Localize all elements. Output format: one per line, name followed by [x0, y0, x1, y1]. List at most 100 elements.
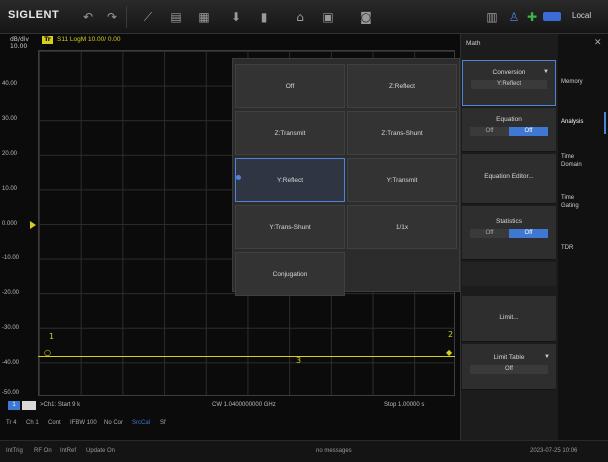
y-label: 40.00: [2, 81, 18, 87]
option-y-trans-shunt[interactable]: Y:Trans-Shunt: [235, 205, 345, 249]
close-icon[interactable]: ✕: [594, 38, 602, 48]
option-conjugation[interactable]: Conjugation: [235, 252, 345, 296]
option-z-transmit[interactable]: Z:Transmit: [235, 111, 345, 155]
disabled-button: [462, 262, 556, 286]
y-label: -40.00: [2, 360, 20, 366]
tab-tdr[interactable]: TDR: [561, 244, 573, 252]
option-inverse[interactable]: 1/1x: [347, 205, 457, 249]
sweep-status-row: 1 >Ch1: Start 9 k CW 1.0400000000 GHz St…: [0, 400, 470, 412]
toggle-on[interactable]: Off: [509, 127, 548, 136]
network-icon: ✚: [526, 10, 538, 24]
option-z-trans-shunt[interactable]: Z:Trans-Shunt: [347, 111, 457, 155]
start-frequency[interactable]: >Ch1: Start 9 k: [40, 402, 80, 408]
equation-toggle[interactable]: Off Off: [470, 127, 548, 136]
equation-editor-label: Equation Editor...: [484, 173, 534, 180]
channel-tag[interactable]: 1: [8, 401, 20, 410]
status-item: No Cor: [104, 420, 124, 426]
panel-title: Math: [466, 40, 481, 47]
reference-level-arrow[interactable]: [30, 221, 36, 229]
scale-header: dB/div 10.00: [10, 36, 29, 50]
bottom-status-bar: IntTrig RF On IntRef Update On no messag…: [0, 440, 608, 462]
toggle-off[interactable]: Off: [470, 127, 509, 136]
limit-button[interactable]: Limit...: [462, 296, 556, 342]
ref-status: IntRef: [60, 448, 77, 454]
cw-frequency[interactable]: CW 1.0400000000 GHz: [212, 402, 276, 408]
limit-label: Limit...: [499, 314, 519, 321]
window-icon[interactable]: ▤: [168, 9, 184, 25]
top-toolbar: SIGLENT ↶ ↷ ⟋ ▤ ▦ ⬇ ▮ ⌂ ▣ ◙ ▥ ♙ ✚ Local: [0, 0, 608, 34]
status-item: Tr 4: [6, 420, 17, 426]
scale-top-value: 10.00: [10, 43, 28, 50]
local-label[interactable]: Local: [572, 11, 591, 20]
rf-status: RF On: [34, 448, 52, 454]
stop-time[interactable]: Stop 1.00000 s: [384, 402, 424, 408]
marker-label-3[interactable]: 3: [296, 356, 301, 365]
battery-icon: [543, 12, 561, 21]
scale-unit: dB/div: [10, 36, 29, 43]
option-z-reflect[interactable]: Z:Reflect: [347, 64, 457, 108]
option-off[interactable]: Off: [235, 64, 345, 108]
y-label: -50.00: [2, 390, 20, 396]
y-label: -10.00: [2, 255, 20, 261]
option-y-reflect[interactable]: Y:Reflect: [235, 158, 345, 202]
limit-table-label: Limit Table: [493, 354, 525, 361]
home-icon[interactable]: ⌂: [292, 9, 308, 25]
status-item: Sf: [160, 420, 166, 426]
status-item: Ch 1: [26, 420, 39, 426]
y-label: 30.00: [2, 116, 18, 122]
marker-point-1[interactable]: ○: [44, 348, 51, 357]
conversion-popup-menu: Off Z:Reflect Z:Transmit Z:Trans-Shunt Y…: [232, 58, 460, 296]
screenshot-icon[interactable]: ◙: [358, 9, 374, 25]
statistics-label: Statistics: [495, 218, 522, 225]
y-label: -30.00: [2, 325, 20, 331]
equation-label: Equation: [496, 116, 522, 123]
redo-icon[interactable]: ↷: [104, 9, 120, 25]
equation-editor-button[interactable]: Equation Editor...: [462, 154, 556, 204]
tab-memory[interactable]: Memory: [561, 78, 583, 86]
tab-analysis[interactable]: Analysis: [561, 118, 583, 126]
status-item: SrcCal: [132, 420, 151, 426]
file-icon[interactable]: ▮: [256, 9, 272, 25]
tab-time-gating[interactable]: Time Gating: [561, 194, 593, 210]
message-area: no messages: [316, 448, 352, 454]
y-label: 10.00: [2, 186, 18, 192]
statistics-toggle[interactable]: Off Off: [470, 229, 548, 238]
tab-time-domain[interactable]: Time Domain: [561, 153, 593, 169]
measure-icon[interactable]: ⟋: [140, 9, 156, 25]
user-icon[interactable]: ♙: [506, 9, 522, 25]
limit-table-button[interactable]: Limit Table ▼ Off: [462, 344, 556, 390]
dropdown-icon: ▼: [544, 354, 550, 360]
keyboard-icon[interactable]: ▥: [484, 9, 500, 25]
siglent-logo: SIGLENT: [8, 9, 60, 21]
conversion-value: Y:Reflect: [471, 80, 547, 89]
date-time: 2023-07-25 10:06: [530, 448, 578, 454]
y-label: -20.00: [2, 290, 20, 296]
table-icon[interactable]: ▦: [196, 9, 212, 25]
undo-icon[interactable]: ↶: [80, 9, 96, 25]
selected-indicator-dot: [236, 175, 241, 180]
update-status: Update On: [86, 448, 116, 454]
statistics-button[interactable]: Statistics Off Off: [462, 206, 556, 260]
conversion-button[interactable]: Conversion ▼ Y:Reflect: [462, 60, 556, 106]
toolbar-divider: [126, 6, 127, 28]
toggle-off[interactable]: Off: [470, 229, 509, 238]
option-y-transmit[interactable]: Y:Transmit: [347, 158, 457, 202]
trace-info[interactable]: S11 LogM 10.00/ 0.00: [57, 36, 120, 43]
side-tabs: [558, 34, 608, 440]
marker-icon[interactable]: ⬇: [228, 9, 244, 25]
save-icon[interactable]: ▣: [320, 9, 336, 25]
active-tab-indicator: [604, 112, 606, 134]
dropdown-icon: ▼: [543, 69, 549, 75]
trace-tag[interactable]: Tr 1: [42, 36, 53, 51]
marker-label-2[interactable]: 2: [448, 330, 453, 339]
marker-point-2[interactable]: ◆: [446, 348, 452, 357]
toggle-on[interactable]: Off: [509, 229, 548, 238]
conversion-label: Conversion: [492, 69, 526, 76]
y-label: 20.00: [2, 151, 18, 157]
trace-line: [38, 356, 455, 357]
trigger-status: IntTrig: [6, 448, 23, 454]
channel-tag-bar: [22, 401, 36, 410]
marker-label-1[interactable]: 1: [49, 332, 54, 341]
limit-table-value: Off: [470, 365, 548, 374]
equation-button[interactable]: Equation Off Off: [462, 108, 556, 152]
